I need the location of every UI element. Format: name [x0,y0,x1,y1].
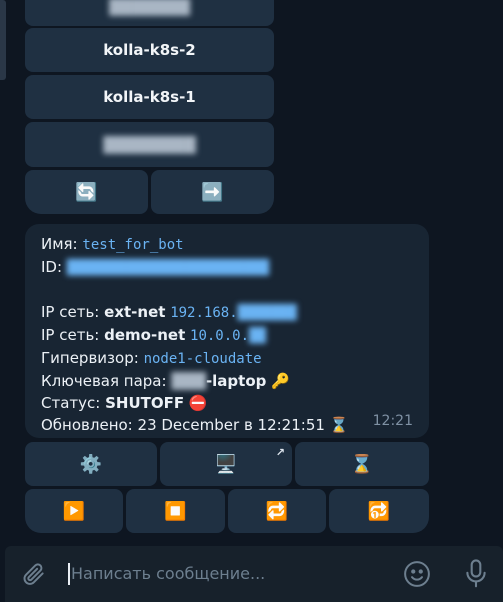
hourglass-icon: ⌛ [329,416,349,434]
id-line: ID: ████████████████████████ [41,256,413,279]
network-name: ext-net [104,303,166,321]
status-label: Статус: [41,394,101,412]
message-time: 12:21 [372,413,413,429]
server-name-value[interactable]: test_for_bot [82,237,183,253]
start-button[interactable]: ▶️ [25,489,123,533]
arrow-right-icon: ➡️ [201,181,224,203]
next-page-button[interactable]: ➡️ [151,170,274,214]
ip-address-blurred: ██ [249,328,266,344]
server-button-label: kolla-k8s-2 [103,41,196,59]
server-id-value-blurred[interactable]: ████████████████████████ [67,257,269,279]
monitor-icon: 🖥️ [214,453,238,475]
hypervisor-value[interactable]: node1-cloudate [144,351,262,367]
settings-button[interactable]: ⚙️ [25,442,157,486]
server-button-kolla-k8s-1[interactable]: kolla-k8s-1 [25,75,274,119]
hypervisor-label: Гипервизор: [41,349,139,367]
hard-reboot-button[interactable]: 🔂 [329,489,429,533]
server-button-label: kolla-k8s-1 [103,88,196,106]
keypair-blurred: ███ [171,372,206,390]
id-label: ID: [41,258,63,276]
server-info-message: Имя: test_for_bot ID: ██████████████████… [25,224,429,438]
emoji-icon[interactable] [402,559,432,593]
blurred-label: ███████ [109,0,190,16]
ip-address-value[interactable]: 10.0.0. [190,328,249,344]
ip-line-demo-net: IP сеть: demo-net 10.0.0.██ [41,324,413,347]
gear-icon: ⚙️ [79,453,103,475]
message-composer: Написать сообщение... [5,546,503,602]
message-input[interactable]: Написать сообщение... [71,564,265,583]
ip-address-value[interactable]: 192.168. [170,305,237,321]
hourglass-icon: ⌛ [350,453,374,475]
key-icon: 🔑 [271,372,290,390]
server-button-blurred[interactable]: ████████ [25,122,274,167]
ip-address-blurred: ███████ [237,305,297,321]
ip-line-ext-net: IP сеть: ext-net 192.168.███████ [41,301,413,324]
play-icon: ▶️ [62,500,86,522]
status-line: Статус: SHUTOFF ⛔ [41,392,413,414]
ip-net-label: IP сеть: [41,326,100,344]
name-line: Имя: test_for_bot [41,233,413,256]
refresh-icon: 🔄 [75,181,98,203]
chat-scrollbar[interactable] [0,0,6,80]
stop-button[interactable]: ⏹️ [126,489,225,533]
text-cursor [68,563,70,585]
paperclip-icon[interactable] [21,561,47,591]
console-button[interactable]: 🖥️ ↗ [160,442,292,486]
keypair-line: Ключевая пара: ███-laptop 🔑 [41,370,413,392]
repeat-once-icon: 🔂 [367,500,391,522]
status-value: SHUTOFF [105,394,185,412]
update-time-button[interactable]: ⌛ [295,442,429,486]
updated-label: Обновлено: [41,416,133,434]
stop-icon: ⏹️ [164,500,187,522]
keypair-value: -laptop [205,372,267,390]
no-entry-icon: ⛔ [188,394,208,412]
updated-line: Обновлено: 23 December в 12:21:51 ⌛ [41,414,413,436]
repeat-icon: 🔁 [265,500,289,522]
hypervisor-line: Гипервизор: node1-cloudate [41,347,413,370]
microphone-icon[interactable] [461,558,491,594]
refresh-button[interactable]: 🔄 [25,170,148,214]
ip-net-label: IP сеть: [41,303,100,321]
server-button-blurred-top[interactable]: ███████ [25,0,274,26]
external-link-icon: ↗ [275,446,285,459]
server-button-kolla-k8s-2[interactable]: kolla-k8s-2 [25,28,274,72]
updated-value: 23 December в 12:21:51 [137,416,325,434]
blurred-label: ████████ [103,135,196,154]
reboot-button[interactable]: 🔁 [228,489,326,533]
keypair-label: Ключевая пара: [41,372,167,390]
network-name: demo-net [104,326,186,344]
name-label: Имя: [41,235,78,253]
